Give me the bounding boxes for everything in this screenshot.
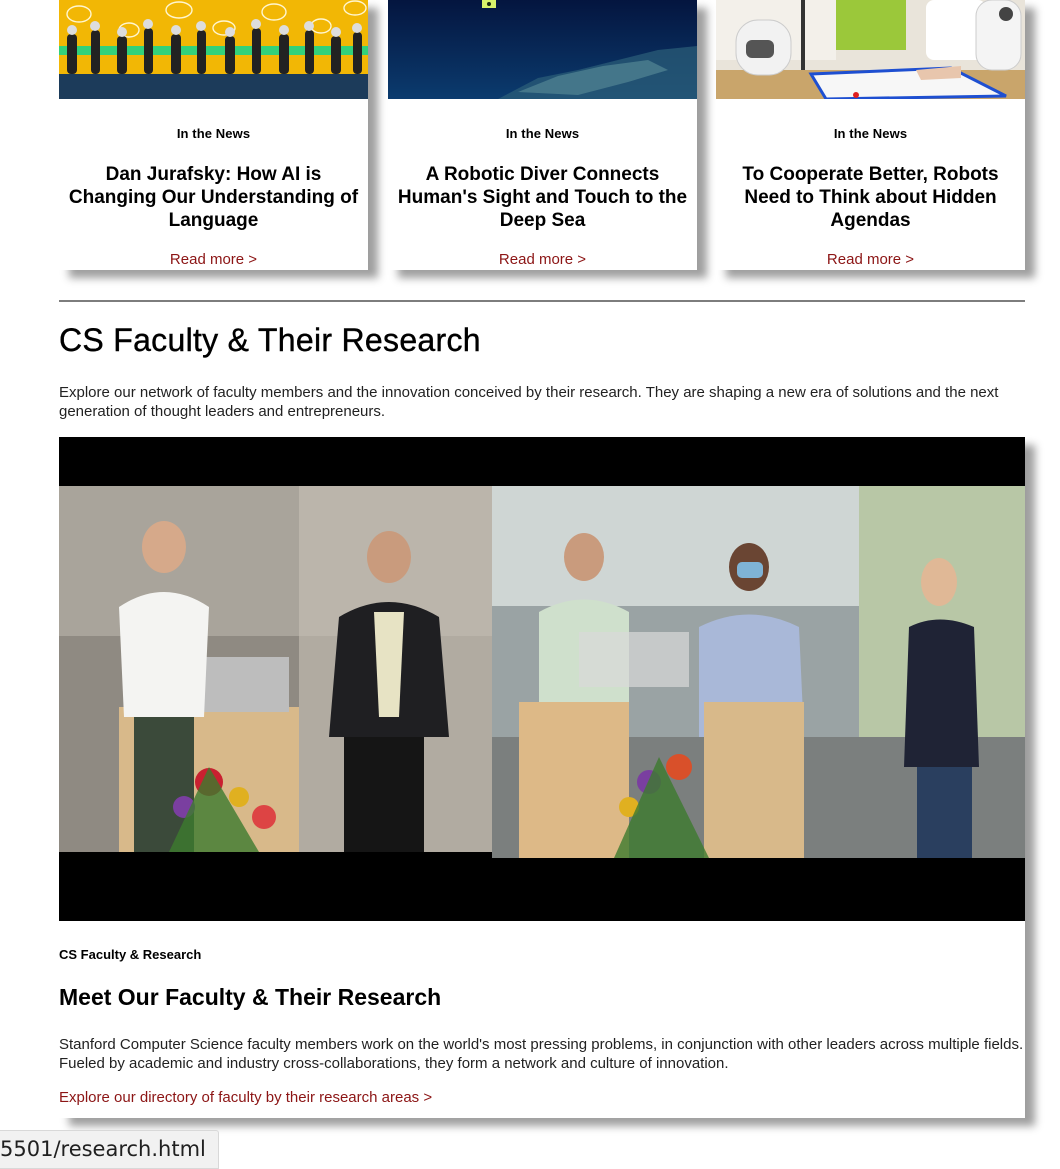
news-card[interactable]: In the News Dan Jurafsky: How AI is Chan… [59,0,368,270]
news-card[interactable]: In the News To Cooperate Better, Robots … [716,0,1025,270]
news-image-deep-sea[interactable] [388,0,697,99]
faculty-photo[interactable] [59,437,1025,921]
news-card[interactable]: In the News A Robotic Diver Connects Hum… [388,0,697,270]
news-card-row: In the News Dan Jurafsky: How AI is Chan… [59,0,1025,270]
section-intro: Explore our network of faculty members a… [59,384,999,420]
news-category: In the News [833,126,908,141]
faculty-feature-card: CS Faculty & Research Meet Our Faculty &… [59,437,1025,1118]
news-title[interactable]: A Robotic Diver Connects Human's Sight a… [392,163,693,232]
read-more-link[interactable]: Read more > [59,251,368,268]
news-image-robots[interactable] [716,0,1025,99]
feature-body: Stanford Computer Science faculty member… [59,1036,1024,1072]
feature-eyebrow: CS Faculty & Research [59,947,202,962]
section-divider [59,300,1025,302]
link-preview-statusbar: 5501/research.html [0,1130,219,1169]
read-more-link[interactable]: Read more > [716,251,1025,268]
news-title[interactable]: Dan Jurafsky: How AI is Changing Our Und… [63,163,364,232]
news-image-language[interactable] [59,0,368,99]
feature-title: Meet Our Faculty & Their Research [59,984,442,1010]
news-category: In the News [505,126,580,141]
section-title: CS Faculty & Their Research [59,322,481,358]
news-title[interactable]: To Cooperate Better, Robots Need to Thin… [720,163,1021,232]
read-more-link[interactable]: Read more > [388,251,697,268]
faculty-directory-link[interactable]: Explore our directory of faculty by thei… [59,1089,432,1106]
news-category: In the News [176,126,251,141]
